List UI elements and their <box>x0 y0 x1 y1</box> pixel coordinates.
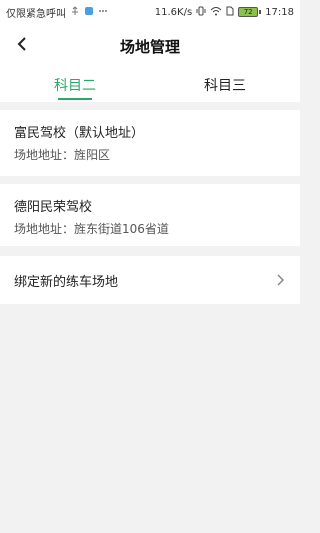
venue-address-value: 旌阳区 <box>74 148 111 162</box>
app-header: 场地管理 <box>0 24 300 68</box>
clock: 17:18 <box>265 6 294 18</box>
bind-new-venue-label: 绑定新的练车场地 <box>14 274 119 290</box>
usb-icon <box>70 5 80 19</box>
subject-tabs: 科目二 科目三 <box>0 68 300 102</box>
venue-card[interactable]: 德阳民荣驾校 场地地址：旌东街道106省道 <box>0 184 300 246</box>
tab-label: 科目三 <box>204 78 246 94</box>
sim-card-icon <box>226 6 234 19</box>
carrier-text: 仅限紧急呼叫 <box>6 8 66 20</box>
network-speed: 11.6K/s <box>154 6 193 18</box>
tab-active-indicator <box>58 98 92 100</box>
venue-address-label: 场地地址： <box>14 148 75 162</box>
status-bar: 仅限紧急呼叫 11.6K/s 72 17:18 <box>0 0 300 24</box>
venue-address-value: 旌东街道106省道 <box>74 222 169 236</box>
back-button[interactable] <box>8 32 36 60</box>
page-title: 场地管理 <box>119 37 180 56</box>
app-notification-icon <box>84 6 94 19</box>
vibrate-icon <box>196 6 206 19</box>
chevron-left-icon <box>15 36 29 56</box>
chevron-right-icon <box>274 274 286 286</box>
more-dots-icon <box>98 6 108 19</box>
venue-name: 德阳民荣驾校 <box>14 200 93 215</box>
venue-name: 富民驾校（默认地址） <box>14 126 145 141</box>
venue-address-label: 场地地址： <box>14 222 75 236</box>
wifi-icon <box>210 6 222 19</box>
tab-label: 科目二 <box>54 78 96 94</box>
venue-address: 场地地址：旌阳区 <box>14 146 286 163</box>
tab-subject-two[interactable]: 科目二 <box>0 68 150 102</box>
battery-level: 72 <box>238 7 259 17</box>
venue-address: 场地地址：旌东街道106省道 <box>14 220 286 237</box>
battery-icon: 72 <box>238 7 262 17</box>
venue-card[interactable]: 富民驾校（默认地址） 场地地址：旌阳区 <box>0 110 300 176</box>
tab-subject-three[interactable]: 科目三 <box>150 68 300 102</box>
bind-new-venue-row[interactable]: 绑定新的练车场地 <box>0 256 300 304</box>
